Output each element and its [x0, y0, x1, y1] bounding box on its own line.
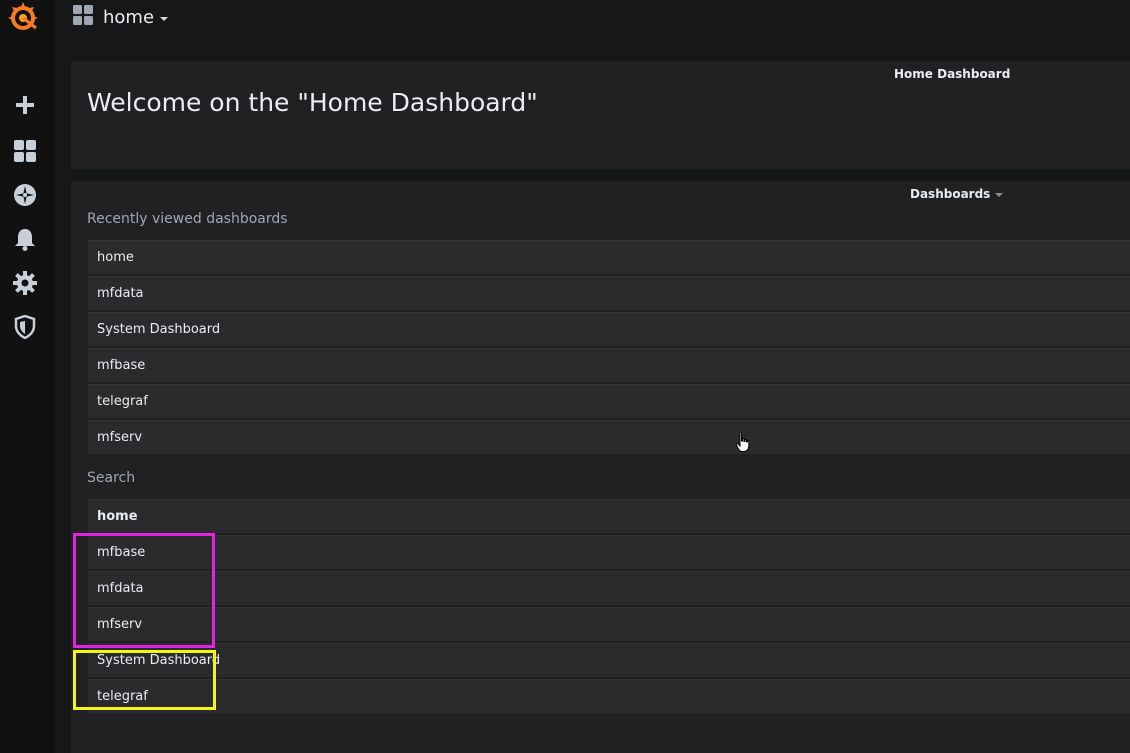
side-menu [0, 0, 55, 753]
caret-down-icon [160, 16, 169, 21]
list-item[interactable]: mfbase [88, 535, 1130, 569]
search-results-list: home mfbase mfdata mfserv System Dashboa… [88, 499, 1130, 715]
top-navbar: home [55, 0, 1130, 60]
caret-down-icon [995, 192, 1004, 197]
dashboards-grid-icon[interactable] [12, 138, 38, 164]
dashboards-panel-title[interactable]: Dashboards [910, 187, 1004, 201]
list-item[interactable]: telegraf [88, 384, 1130, 418]
welcome-text: Welcome on the "Home Dashboard" [87, 88, 538, 117]
list-item[interactable]: mfserv [88, 607, 1130, 641]
welcome-panel: Home Dashboard Welcome on the "Home Dash… [71, 61, 1130, 169]
dashboards-panel: Dashboards Recently viewed dashboards ho… [71, 181, 1130, 753]
plus-icon[interactable] [12, 92, 38, 118]
dashboards-grid-icon [73, 5, 93, 29]
shield-icon[interactable] [12, 314, 38, 340]
explore-compass-icon[interactable] [12, 182, 38, 208]
grafana-logo-icon[interactable] [7, 0, 39, 34]
list-item[interactable]: mfdata [88, 571, 1130, 605]
list-item[interactable]: mfbase [88, 348, 1130, 382]
list-item[interactable]: System Dashboard [88, 312, 1130, 346]
search-heading: Search [87, 470, 136, 486]
list-item[interactable]: mfdata [88, 276, 1130, 310]
recent-heading: Recently viewed dashboards [87, 211, 288, 227]
recent-dashboards-list: home mfdata System Dashboard mfbase tele… [88, 240, 1130, 456]
dashboard-title: home [103, 6, 155, 28]
list-item[interactable]: home [88, 240, 1130, 274]
hand-cursor-icon [735, 431, 751, 453]
configuration-gear-icon[interactable] [12, 270, 38, 296]
list-item[interactable]: telegraf [88, 679, 1130, 713]
dashboard-picker[interactable]: home [73, 5, 169, 29]
list-item[interactable]: System Dashboard [88, 643, 1130, 677]
alerting-bell-icon[interactable] [12, 226, 38, 252]
list-item[interactable]: mfserv [88, 420, 1130, 454]
dashboards-panel-title-label: Dashboards [910, 187, 991, 201]
welcome-panel-title[interactable]: Home Dashboard [894, 67, 1010, 81]
list-item[interactable]: home [88, 499, 1130, 533]
